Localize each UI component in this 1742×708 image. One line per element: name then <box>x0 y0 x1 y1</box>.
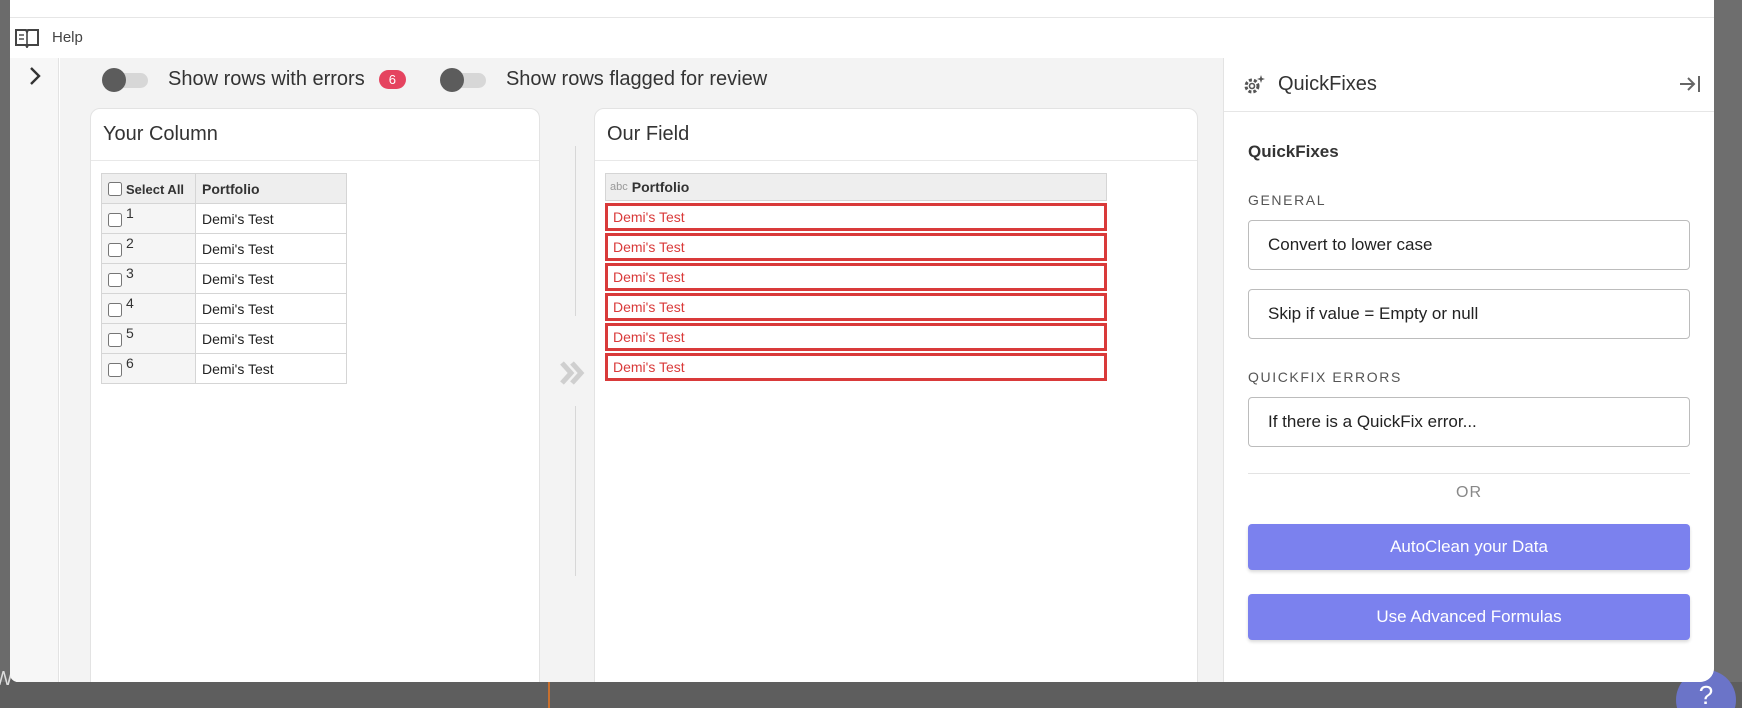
field-error-row[interactable]: Demi's Test <box>605 353 1107 381</box>
toggle-bar: Show rows with errors 6 Show rows flagge… <box>102 67 801 92</box>
error-count-badge: 6 <box>378 70 406 89</box>
book-icon <box>15 29 39 48</box>
divider-line <box>575 406 576 576</box>
gear-sparkle-icon <box>1244 74 1265 93</box>
chevron-right-icon[interactable] <box>24 64 46 88</box>
errors-toggle-group[interactable]: Show rows with errors 6 <box>102 67 406 92</box>
row-number: 4 <box>126 295 134 312</box>
text-type-icon: abc <box>610 180 628 193</box>
collapse-panel-icon[interactable] <box>1678 72 1702 96</box>
row-select-cell[interactable]: 6 <box>101 353 196 384</box>
backdrop-left-strip <box>0 0 10 708</box>
backdrop-bottom-bar <box>0 682 1742 708</box>
divider <box>1248 473 1690 474</box>
your-column-panel: Your Column Select All Portfolio 1 Demi'… <box>90 108 540 682</box>
row-number: 5 <box>126 325 134 342</box>
lowercase-fix-option[interactable]: Convert to lower case <box>1248 220 1690 270</box>
field-error-row[interactable]: Demi's Test <box>605 233 1107 261</box>
field-header-label: Portfolio <box>631 179 690 195</box>
row-value: Demi's Test <box>195 233 347 264</box>
double-chevron-right-icon <box>560 361 585 385</box>
table-row: 1 Demi's Test <box>101 203 347 234</box>
skip-empty-fix-option[interactable]: Skip if value = Empty or null <box>1248 289 1690 339</box>
help-link[interactable]: Help <box>14 26 83 48</box>
advanced-formulas-button[interactable]: Use Advanced Formulas <box>1248 594 1690 640</box>
row-number: 2 <box>126 235 134 252</box>
divider-line <box>575 146 576 316</box>
table-row: 4 Demi's Test <box>101 293 347 324</box>
field-error-row[interactable]: Demi's Test <box>605 203 1107 231</box>
row-number: 1 <box>126 205 134 222</box>
quickfix-modal: Help Show rows with errors 6 Show rows f… <box>10 0 1714 682</box>
quickfixes-header: QuickFixes <box>1224 58 1714 112</box>
row-select-cell[interactable]: 3 <box>101 263 196 294</box>
your-column-title: Your Column <box>91 109 539 161</box>
row-number: 6 <box>126 355 134 372</box>
errors-toggle[interactable] <box>102 67 148 92</box>
row-checkbox[interactable] <box>108 302 122 317</box>
row-select-cell[interactable]: 5 <box>101 323 196 354</box>
quickfix-error-option[interactable]: If there is a QuickFix error... <box>1248 397 1690 447</box>
errors-toggle-label: Show rows with errors <box>168 68 365 90</box>
portfolio-header: Portfolio <box>195 173 347 204</box>
flagged-toggle-label: Show rows flagged for review <box>505 68 768 90</box>
row-number: 3 <box>126 265 134 282</box>
row-select-cell[interactable]: 4 <box>101 293 196 324</box>
main-area: Show rows with errors 6 Show rows flagge… <box>60 58 1223 682</box>
table-row: 6 Demi's Test <box>101 353 347 384</box>
row-checkbox[interactable] <box>108 212 122 227</box>
backdrop-right-strip <box>1714 0 1742 708</box>
select-all-header[interactable]: Select All <box>101 173 196 204</box>
row-select-cell[interactable]: 2 <box>101 233 196 264</box>
quickfixes-subtitle: QuickFixes <box>1248 142 1339 161</box>
autoclean-button[interactable]: AutoClean your Data <box>1248 524 1690 570</box>
select-all-checkbox[interactable] <box>108 182 122 197</box>
row-value: Demi's Test <box>195 293 347 324</box>
table-header-row: Select All Portfolio <box>101 173 347 204</box>
quickfixes-sidebar: QuickFixes QuickFixes GENERAL Convert to… <box>1223 58 1714 682</box>
table-row: 2 Demi's Test <box>101 233 347 264</box>
table-row: 3 Demi's Test <box>101 263 347 294</box>
row-value: Demi's Test <box>195 263 347 294</box>
modal-topbar <box>10 0 1714 18</box>
field-header: abc Portfolio <box>605 173 1107 201</box>
table-row: 5 Demi's Test <box>101 323 347 354</box>
field-error-row[interactable]: Demi's Test <box>605 263 1107 291</box>
backdrop-divider <box>548 682 550 708</box>
row-value: Demi's Test <box>195 353 347 384</box>
row-checkbox[interactable] <box>108 332 122 347</box>
our-field-panel: Our Field abc Portfolio Demi's Test Demi… <box>594 108 1198 682</box>
row-select-cell[interactable]: 1 <box>101 203 196 234</box>
flagged-toggle-group[interactable]: Show rows flagged for review <box>439 67 768 92</box>
help-label: Help <box>52 28 83 46</box>
row-checkbox[interactable] <box>108 272 122 287</box>
row-checkbox[interactable] <box>108 362 122 377</box>
our-field-table: abc Portfolio Demi's Test Demi's Test De… <box>605 173 1107 381</box>
row-value: Demi's Test <box>195 323 347 354</box>
quickfixes-panel-title: QuickFixes <box>1278 73 1377 95</box>
field-error-row[interactable]: Demi's Test <box>605 293 1107 321</box>
row-checkbox[interactable] <box>108 242 122 257</box>
flagged-toggle[interactable] <box>439 67 486 92</box>
field-error-row[interactable]: Demi's Test <box>605 323 1107 351</box>
quickfixes-body: QuickFixes GENERAL Convert to lower case… <box>1224 142 1714 640</box>
or-separator: OR <box>1456 484 1482 501</box>
left-rail <box>10 58 59 682</box>
quickfix-errors-label: QUICKFIX ERRORS <box>1248 369 1402 385</box>
general-section-label: GENERAL <box>1248 192 1327 208</box>
select-all-label: Select All <box>126 181 185 197</box>
your-column-table: Select All Portfolio 1 Demi's Test 2 Dem… <box>101 173 347 384</box>
our-field-title: Our Field <box>595 109 1197 161</box>
row-value: Demi's Test <box>195 203 347 234</box>
